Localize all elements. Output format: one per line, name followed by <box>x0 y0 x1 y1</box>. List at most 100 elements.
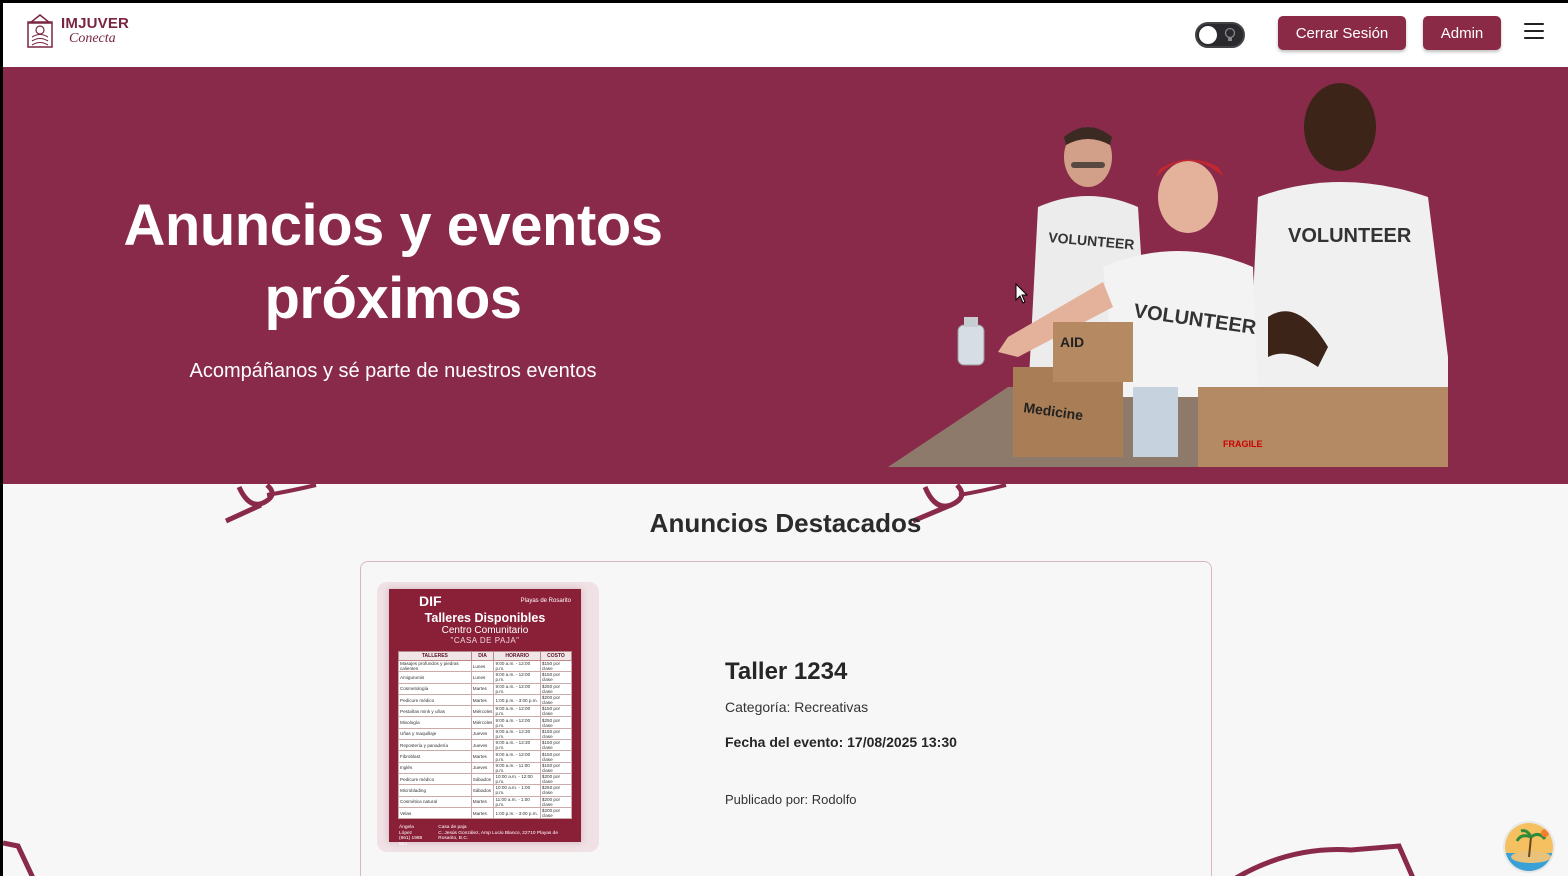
poster-table-cell: $250 por clase <box>539 682 573 695</box>
poster-table-cell: 10:00 a.m. - 12:00 p.m. <box>493 772 541 786</box>
poster-table-row: Microblading Sábados 10:00 a.m. - 1:00 p.m… <box>398 784 573 797</box>
featured-section-title: Anuncios Destacados <box>649 508 922 538</box>
poster-table-cell: $200 por clase <box>539 806 573 820</box>
poster-table-cell: 10:00 a.m. - 1:00 p.m. <box>493 784 541 797</box>
poster-municipality: Playas de Rosarito <box>520 598 571 604</box>
poster-table-cell: $150 por clase <box>539 750 573 763</box>
poster-table-cell: 1:00 p.m. - 3:00 p.m. <box>493 693 541 707</box>
poster-address: C. Jesús González, Amp Lucio Blanco, 227… <box>438 830 558 842</box>
poster-table-row: Masajes profundos y piedras calientes Lun… <box>398 659 573 673</box>
box-fragile-label: FRAGILE <box>1223 439 1263 449</box>
poster-table-cell: Sábados <box>470 784 495 797</box>
poster-table-cell: Martes <box>470 693 495 707</box>
poster-contact-name: Ángela López <box>399 825 414 836</box>
poster-table-cell: Pedicure médico <box>398 772 472 786</box>
poster-table-cell: 9:00 a.m. - 12:30 p.m. <box>493 727 541 741</box>
volunteers-photo: VOLUNTEER VOLUNTEER VOLUNTEER Medicine A… <box>888 83 1448 467</box>
poster-table-cell: 9:00 a.m. - 12:00 p.m. <box>493 716 541 729</box>
poster-table-row: Amigurumis Lunes 9:00 a.m. - 12:00 p.m. $15… <box>398 671 573 684</box>
poster-table-cell: 9:00 a.m. - 11:00 p.m. <box>493 761 541 774</box>
event-category: Categoría: Recreativas <box>725 699 869 715</box>
top-navbar: IMJUVER Conecta Cerrar Sesión Admin <box>3 3 1568 67</box>
beach-avatar-icon <box>1505 823 1553 871</box>
admin-button[interactable]: Admin <box>1423 16 1501 50</box>
poster-table-row: Repostería y panadería Jueves 9:00 a.m. - … <box>398 739 573 752</box>
theme-toggle[interactable] <box>1195 22 1245 48</box>
poster-table-cell: $250 por clase <box>539 784 573 797</box>
poster-table-cell: 9:00 a.m. - 12:00 p.m. <box>493 671 541 684</box>
poster-table-cell: $150 por clase <box>539 761 573 774</box>
hamburger-menu-icon[interactable] <box>1524 23 1544 41</box>
mouse-cursor-icon <box>1015 283 1029 304</box>
logout-button[interactable]: Cerrar Sesión <box>1278 16 1406 50</box>
announcement-card[interactable]: DIF Playas de Rosarito Talleres Disponib… <box>360 561 1212 876</box>
poster: DIF Playas de Rosarito Talleres Disponib… <box>389 589 581 847</box>
poster-table-cell: Jueves <box>470 739 495 752</box>
shirt-text-2: VOLUNTEER <box>1288 225 1412 247</box>
poster-title: Talleres Disponibles <box>424 611 546 625</box>
poster-col-header: DIA <box>470 651 495 661</box>
poster-table-row: Cosmética natural Martes 11:00 a.m. - 1:00… <box>398 795 573 808</box>
page: IMJUVER Conecta Cerrar Sesión Admin Anun… <box>3 3 1568 876</box>
poster-table-cell: Lunes <box>470 671 495 684</box>
poster-place: "CASA DE PAJA" <box>450 636 520 645</box>
logo-emblem-icon <box>27 14 53 48</box>
chatbot-launcher-button[interactable] <box>1503 821 1555 873</box>
poster-table-cell: $200 por clase <box>539 693 573 707</box>
event-author: Publicado por: Rodolfo <box>725 792 857 807</box>
poster-table-cell: Sábados <box>470 772 495 786</box>
poster-table-cell: Martes <box>470 795 495 808</box>
poster-org: DIF <box>419 593 442 609</box>
poster-table-cell: Inglés <box>398 761 472 774</box>
poster-table-cell: 1:00 p.m. - 3:00 p.m. <box>493 806 541 820</box>
poster-table-row: Velas Martes 1:00 p.m. - 3:00 p.m. $200 por… <box>398 806 573 820</box>
poster-table-row: Inglés Jueves 9:00 a.m. - 11:00 p.m. $150 p… <box>398 761 573 774</box>
poster-contact-phone: (661) 1988 504 <box>399 836 423 847</box>
poster-subtitle: Centro Comunitario <box>441 625 529 636</box>
poster-schedule-table: TALLERES DIA HORARIO COSTO Masajes profu… <box>398 651 573 820</box>
poster-col-header: COSTO <box>539 651 573 661</box>
poster-table-cell: $150 por clase <box>539 659 573 673</box>
poster-table-cell: $150 por clase <box>539 671 573 684</box>
hero-title: Anuncios y eventos próximos <box>123 193 663 331</box>
event-title: Taller 1234 <box>725 658 848 685</box>
poster-table-cell: Cosmetología <box>398 682 472 695</box>
poster-table-row: Uñas y maquillaje Jueves 9:00 a.m. - 12:30… <box>398 727 573 741</box>
poster-table-cell: $150 por clase <box>539 739 573 752</box>
lightbulb-icon <box>1224 27 1236 41</box>
poster-table-cell: $200 por clase <box>539 795 573 808</box>
poster-image[interactable]: DIF Playas de Rosarito Talleres Disponib… <box>377 582 599 852</box>
poster-table-cell: 9:00 a.m. - 12:00 p.m. <box>493 750 541 763</box>
poster-table-row: Pedicure médico Martes 1:00 p.m. - 3:00 p.… <box>398 693 573 707</box>
poster-table-cell: Jueves <box>470 727 495 741</box>
decor-stroke-bottom-right <box>1234 843 1415 876</box>
hero-subtitle: Acompáñanos y sé parte de nuestros event… <box>189 360 597 382</box>
poster-table-cell: Pestañas mink y uñas <box>398 705 472 718</box>
poster-table-cell: 9:00 a.m. - 12:00 p.m. <box>493 705 541 718</box>
poster-table-cell: Microblading <box>398 784 472 797</box>
toggle-knob <box>1199 26 1217 44</box>
logo-title: IMJUVER <box>61 15 130 32</box>
poster-table-cell: Martes <box>470 682 495 695</box>
poster-table-cell: Velas <box>398 806 472 820</box>
poster-table-cell: Martes <box>470 750 495 763</box>
poster-table-cell: 9:00 a.m. - 12:30 p.m. <box>493 739 541 752</box>
event-date: Fecha del evento: 17/08/2025 13:30 <box>725 734 957 750</box>
poster-table-cell: $150 por clase <box>539 705 573 718</box>
poster-table-cell: Amigurumis <box>398 671 472 684</box>
poster-table-row: Pestañas mink y uñas Miércoles 9:00 a.m. -… <box>398 705 573 718</box>
poster-table-cell: Repostería y panadería <box>398 739 472 752</box>
poster-table-cell: $250 por clase <box>539 716 573 729</box>
poster-table-cell: 9:00 a.m. - 12:00 p.m. <box>493 659 541 673</box>
poster-table-cell: $150 por clase <box>539 727 573 741</box>
poster-table-cell: Pedicure médico <box>398 693 472 707</box>
box-aid-label: AID <box>1060 334 1084 350</box>
poster-table-row: Fibroblast Martes 9:00 a.m. - 12:00 p.m. $1… <box>398 750 573 763</box>
poster-table-cell: Mixología <box>398 716 472 729</box>
imjuver-logo[interactable]: IMJUVER Conecta <box>23 13 129 49</box>
poster-table-cell: Miércoles <box>470 716 495 729</box>
decor-stroke-bottom-left <box>3 840 35 876</box>
poster-table-cell: Cosmética natural <box>398 795 472 808</box>
poster-table-cell: Fibroblast <box>398 750 472 763</box>
poster-col-header: HORARIO <box>493 651 541 661</box>
